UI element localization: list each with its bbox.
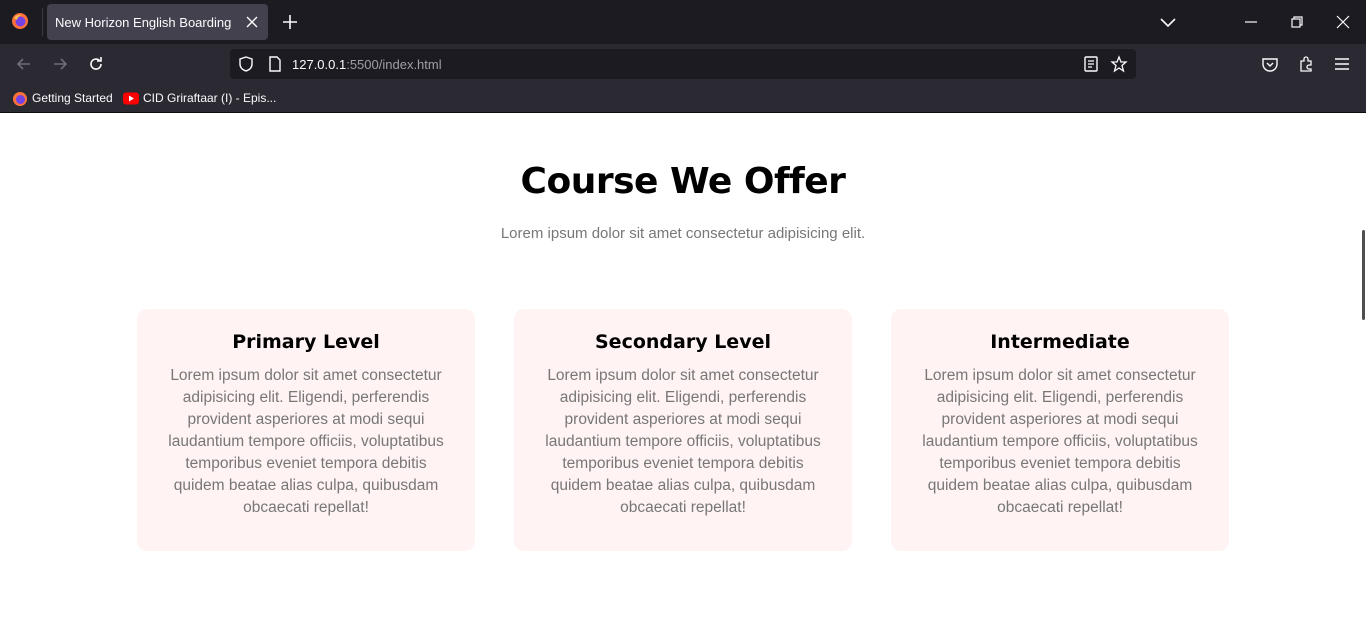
back-icon[interactable] — [14, 54, 34, 74]
course-card-intermediate: Intermediate Lorem ipsum dolor sit amet … — [891, 309, 1229, 551]
bookmark-star-icon[interactable] — [1110, 55, 1128, 73]
new-tab-icon[interactable] — [280, 12, 300, 32]
course-card-secondary: Secondary Level Lorem ipsum dolor sit am… — [514, 309, 852, 551]
shield-icon[interactable] — [237, 55, 255, 73]
course-card-primary: Primary Level Lorem ipsum dolor sit amet… — [137, 309, 475, 551]
url-text[interactable]: 127.0.0.1:5500/index.html — [292, 57, 442, 72]
active-tab[interactable]: New Horizon English Boarding — [47, 4, 268, 40]
nav-bar: 127.0.0.1:5500/index.html — [0, 44, 1366, 84]
tab-title: New Horizon English Boarding — [55, 15, 232, 30]
course-title: Intermediate — [990, 331, 1130, 353]
section-subtitle: Lorem ipsum dolor sit amet consectetur a… — [500, 225, 866, 242]
course-title: Primary Level — [232, 331, 380, 353]
page-icon[interactable] — [266, 55, 284, 73]
forward-icon[interactable] — [50, 54, 70, 74]
course-description: Lorem ipsum dolor sit amet consectetur a… — [922, 367, 1198, 516]
firefox-icon[interactable] — [11, 12, 29, 30]
restore-icon[interactable] — [1287, 12, 1307, 32]
url-host: 127.0.0.1 — [292, 57, 347, 72]
menu-icon[interactable] — [1332, 54, 1352, 74]
section-title: Course We Offer — [520, 161, 846, 202]
reload-icon[interactable] — [86, 54, 106, 74]
extensions-icon[interactable] — [1296, 54, 1316, 74]
page-content: Course We Offer Lorem ipsum dolor sit am… — [0, 113, 1366, 637]
close-window-icon[interactable] — [1333, 12, 1353, 32]
reader-view-icon[interactable] — [1082, 55, 1100, 73]
chevron-down-icon[interactable] — [1158, 12, 1178, 32]
course-title: Secondary Level — [595, 331, 771, 353]
url-bar[interactable]: 127.0.0.1:5500/index.html — [230, 49, 1136, 79]
minimize-icon[interactable] — [1241, 12, 1261, 32]
bookmark-getting-started[interactable]: Getting Started — [32, 91, 113, 105]
tab-separator — [42, 8, 43, 36]
bookmarks-toolbar: Getting Started CID Griraftaar (I) - Epi… — [0, 84, 1366, 113]
url-path: :5500/index.html — [346, 57, 442, 72]
tab-bar: New Horizon English Boarding — [0, 0, 1366, 44]
firefox-icon — [13, 92, 27, 106]
scrollbar-thumb[interactable] — [1362, 230, 1365, 320]
pocket-icon[interactable] — [1260, 54, 1280, 74]
course-description: Lorem ipsum dolor sit amet consectetur a… — [168, 367, 444, 516]
bookmark-cid[interactable]: CID Griraftaar (I) - Epis... — [143, 91, 276, 105]
close-tab-icon[interactable] — [242, 12, 262, 32]
course-description: Lorem ipsum dolor sit amet consectetur a… — [545, 367, 821, 516]
youtube-icon — [123, 92, 139, 105]
